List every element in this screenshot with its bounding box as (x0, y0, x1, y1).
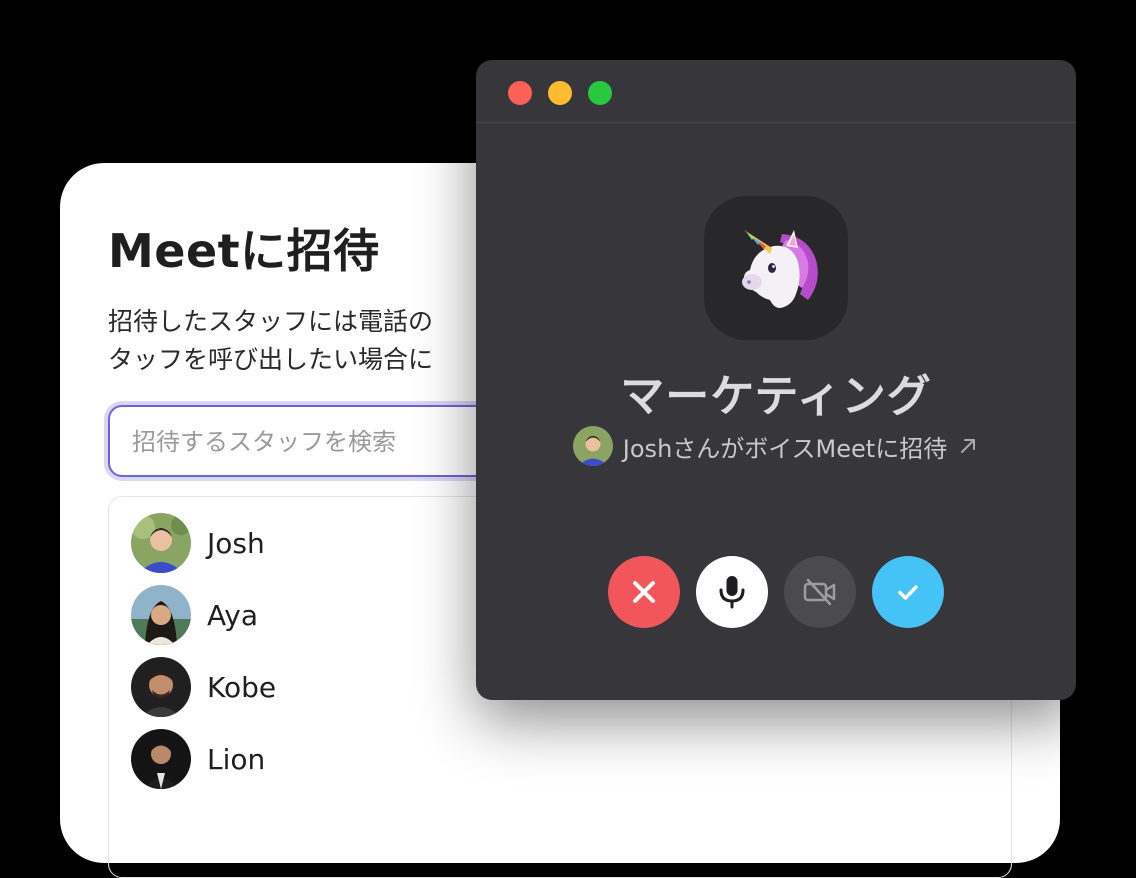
avatar (131, 585, 191, 645)
avatar (131, 657, 191, 717)
invite-description-line-1: 招待したスタッフには電話の (108, 307, 434, 336)
camera-toggle-button[interactable] (784, 556, 856, 628)
avatar (131, 513, 191, 573)
window-titlebar (476, 60, 1076, 123)
staff-row-lion[interactable]: Lion (131, 728, 265, 790)
decline-button[interactable] (608, 556, 680, 628)
staff-name: Kobe (207, 670, 277, 704)
window-maximize-button[interactable] (588, 81, 612, 105)
video-off-icon (803, 578, 836, 606)
external-link-arrow-icon[interactable] (957, 435, 979, 457)
staff-name: Josh (207, 526, 265, 560)
group-avatar (704, 196, 848, 340)
call-window: マーケティング JoshさんがボイスMeetに招待 (476, 60, 1076, 700)
staff-name: Aya (207, 598, 258, 632)
checkmark-icon (898, 585, 918, 600)
staff-search-input[interactable] (130, 421, 474, 463)
staff-row-josh[interactable]: Josh (131, 512, 265, 574)
invite-description-line-2: タッフを呼び出したい場合に (108, 345, 434, 374)
staff-row-aya[interactable]: Aya (131, 584, 258, 646)
avatar (131, 729, 191, 789)
window-minimize-button[interactable] (548, 81, 572, 105)
unicorn-icon (742, 230, 818, 308)
staff-row-kobe[interactable]: Kobe (131, 656, 276, 718)
invite-title: Meetに招待 (108, 224, 380, 278)
invite-description: 招待したスタッフには電話の タッフを呼び出したい場合に (108, 303, 433, 379)
accept-button[interactable] (872, 556, 944, 628)
invite-notice: JoshさんがボイスMeetに招待 (476, 426, 1076, 466)
microphone-icon (719, 576, 745, 609)
window-close-button[interactable] (508, 81, 532, 105)
staff-name: Lion (207, 742, 266, 776)
group-name: マーケティング (620, 371, 932, 422)
staff-search-box[interactable] (108, 405, 492, 477)
microphone-button[interactable] (696, 556, 768, 628)
invite-text: JoshさんがボイスMeetに招待 (622, 434, 948, 463)
avatar (572, 426, 613, 466)
close-icon (633, 581, 655, 603)
